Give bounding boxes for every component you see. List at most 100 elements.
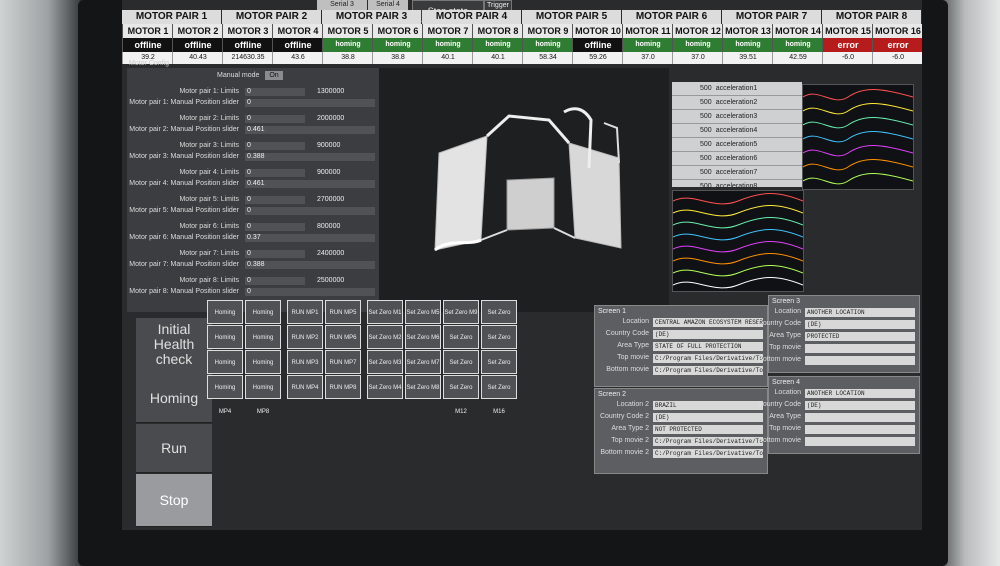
motor-command-button[interactable]: RUN MP5 bbox=[325, 300, 361, 324]
motor-command-button[interactable]: Homing MP3 bbox=[207, 350, 243, 390]
motor-command-button[interactable]: Homing MP8 bbox=[245, 375, 281, 415]
motor-command-button[interactable]: Set Zero M4 bbox=[367, 375, 403, 399]
limits-from-field[interactable]: 0 bbox=[245, 142, 305, 150]
acceleration-value: 500 bbox=[700, 127, 712, 134]
screen-country-field[interactable]: (DE) bbox=[805, 401, 915, 410]
motor-command-button[interactable]: RUN MP4 bbox=[287, 375, 323, 399]
screen-area-field[interactable]: PROTECTED bbox=[805, 332, 915, 341]
acceleration-row[interactable]: 500 acceleration5 bbox=[672, 138, 802, 152]
motor-command-button[interactable]: Set Zero M14 bbox=[481, 325, 517, 365]
screen-top-field[interactable]: C:/Program Files/Derivative/TouchDesign bbox=[653, 354, 763, 363]
acceleration-row[interactable]: 500 acceleration7 bbox=[672, 166, 802, 180]
position-slider[interactable]: 0 bbox=[245, 99, 375, 107]
motor-command-button[interactable]: Set Zero M10 bbox=[443, 325, 479, 365]
position-slider[interactable]: 0 bbox=[245, 288, 375, 296]
screen-top-field[interactable] bbox=[805, 425, 915, 434]
motor-command-button[interactable]: Set Zero M15 bbox=[481, 350, 517, 390]
motor-command-button[interactable]: Homing MP5 bbox=[245, 300, 281, 340]
manual-mode-toggle[interactable]: On bbox=[265, 71, 283, 80]
screen-bottom-field[interactable] bbox=[805, 437, 915, 446]
motor-command-button[interactable]: RUN MP1 bbox=[287, 300, 323, 324]
limits-from-field[interactable]: 0 bbox=[245, 115, 305, 123]
motor-pair-header: MOTOR PAIR 2 bbox=[222, 10, 321, 24]
motor-command-button[interactable]: Homing MP2 bbox=[207, 325, 243, 365]
motor-command-button[interactable]: Set Zero M7 bbox=[405, 350, 441, 374]
screen-bottom-field[interactable]: C:/Program Files/Derivative/TouchDesign bbox=[653, 449, 763, 458]
limits-from-field[interactable]: 0 bbox=[245, 169, 305, 177]
motor-command-button[interactable]: Set Zero M1 bbox=[367, 300, 403, 324]
screen-location-field[interactable]: BRAZIL bbox=[653, 401, 763, 410]
screen-area-field[interactable]: STATE OF FULL PROTECTION bbox=[653, 342, 763, 351]
acceleration-row[interactable]: 500 acceleration3 bbox=[672, 110, 802, 124]
motor-command-button[interactable]: RUN MP7 bbox=[325, 350, 361, 374]
screen-panel-title: Screen 3 bbox=[772, 298, 801, 305]
acceleration-row[interactable]: 500 acceleration1 bbox=[672, 82, 802, 96]
screen-top-field[interactable] bbox=[805, 344, 915, 353]
motor-command-button[interactable]: Homing MP7 bbox=[245, 350, 281, 390]
initial-health-check-button[interactable]: Initial Health check bbox=[136, 318, 212, 375]
motor-command-button[interactable]: RUN MP3 bbox=[287, 350, 323, 374]
motor-command-button[interactable]: Set Zero M6 bbox=[405, 325, 441, 349]
homing-button[interactable]: Homing bbox=[136, 374, 212, 423]
stop-button[interactable]: Stop bbox=[136, 474, 212, 527]
motor-command-button[interactable]: Set Zero M2 bbox=[367, 325, 403, 349]
screen-field-row: Location ANOTHER LOCATION bbox=[769, 308, 919, 318]
screen-bottom-field[interactable] bbox=[805, 356, 915, 365]
acceleration-row[interactable]: 500 acceleration4 bbox=[672, 124, 802, 138]
limits-from-field[interactable]: 0 bbox=[245, 196, 305, 204]
motor-label: MOTOR 10 bbox=[572, 24, 623, 38]
screen-location-field[interactable]: ANOTHER LOCATION bbox=[805, 308, 915, 317]
motor-config-tab[interactable]: Motor Config bbox=[129, 60, 169, 67]
limits-label: Motor pair 6: Limits bbox=[179, 223, 239, 230]
screen-field-label: Top movie bbox=[769, 344, 801, 351]
run-button[interactable]: Run bbox=[136, 424, 212, 473]
tab-serial-3[interactable]: Serial 3 bbox=[317, 0, 367, 10]
tab-serial-4[interactable]: Serial 4 bbox=[368, 0, 408, 10]
motor-command-button[interactable]: RUN MP8 bbox=[325, 375, 361, 399]
position-slider[interactable]: 0.388 bbox=[245, 261, 375, 269]
screen-location-field[interactable]: ANOTHER LOCATION bbox=[805, 389, 915, 398]
motor-command-button[interactable]: Set Zero M9 bbox=[443, 300, 479, 324]
motor-command-button[interactable]: Homing MP4 bbox=[207, 375, 243, 415]
screen-location-field[interactable]: CENTRAL AMAZON ECOSYSTEM RESERVE bbox=[653, 318, 763, 327]
motor-command-button[interactable]: Set Zero M5 bbox=[405, 300, 441, 324]
motor-command-button[interactable]: Set Zero M8 bbox=[405, 375, 441, 399]
screen-field-label: Location bbox=[622, 318, 649, 325]
limits-from-field[interactable]: 0 bbox=[245, 250, 305, 258]
motor-command-button[interactable]: Set Zero M16 bbox=[481, 375, 517, 415]
motor-command-button[interactable]: Homing MP6 bbox=[245, 325, 281, 365]
motor-label: MOTOR 8 bbox=[472, 24, 523, 38]
motor-command-grid: Homing MP1Homing MP5RUN MP1RUN MP5Set Ze… bbox=[207, 300, 517, 415]
position-slider[interactable]: 0.37 bbox=[245, 234, 375, 242]
motor-position-value: 40.43 bbox=[172, 52, 223, 64]
screen-country-field[interactable]: (DE) bbox=[653, 330, 763, 339]
waveform-lines-top bbox=[802, 89, 914, 185]
screen-country-field[interactable]: (DE) bbox=[805, 320, 915, 329]
acceleration-row[interactable]: 500 acceleration2 bbox=[672, 96, 802, 110]
acceleration-row[interactable]: 500 acceleration6 bbox=[672, 152, 802, 166]
motor-command-button[interactable]: Set Zero M13 bbox=[481, 300, 517, 340]
limits-from-field[interactable]: 0 bbox=[245, 88, 305, 96]
screen-field-label: Area Type bbox=[617, 342, 649, 349]
motor-command-button[interactable]: RUN MP2 bbox=[287, 325, 323, 349]
screen-top-field[interactable]: C:/Program Files/Derivative/TouchDesign bbox=[653, 437, 763, 446]
screen-country-field[interactable]: (DE) bbox=[653, 413, 763, 422]
motor-command-button[interactable]: Set Zero M12 bbox=[443, 375, 479, 415]
position-slider[interactable]: 0 bbox=[245, 207, 375, 215]
limits-from-field[interactable]: 0 bbox=[245, 223, 305, 231]
motor-label: MOTOR 9 bbox=[522, 24, 573, 38]
limits-from-field[interactable]: 0 bbox=[245, 277, 305, 285]
position-slider[interactable]: 0.461 bbox=[245, 126, 375, 134]
position-slider[interactable]: 0.388 bbox=[245, 153, 375, 161]
screen-bottom-field[interactable]: C:/Program Files/Derivative/TouchDesign bbox=[653, 366, 763, 375]
position-slider[interactable]: 0.461 bbox=[245, 180, 375, 188]
screen-area-field[interactable]: NOT PROTECTED bbox=[653, 425, 763, 434]
motor-command-button[interactable]: RUN MP6 bbox=[325, 325, 361, 349]
motor-command-button[interactable]: Homing MP1 bbox=[207, 300, 243, 340]
3d-preview-viewport[interactable] bbox=[379, 68, 669, 312]
position-slider-label: Motor pair 6: Manual Position slider bbox=[129, 234, 239, 241]
screen-area-field[interactable] bbox=[805, 413, 915, 422]
limits-to-value: 900000 bbox=[317, 142, 341, 149]
motor-command-button[interactable]: Set Zero M3 bbox=[367, 350, 403, 374]
motor-command-button[interactable]: Set Zero M11 bbox=[443, 350, 479, 390]
